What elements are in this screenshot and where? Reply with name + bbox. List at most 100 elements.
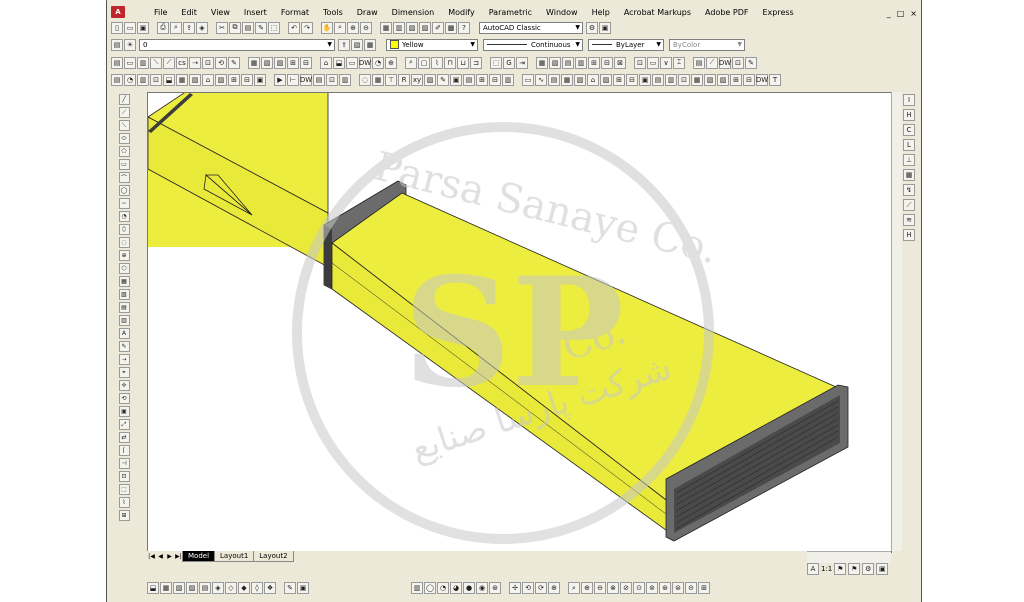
tool-s-icon[interactable]: ⊓ bbox=[444, 56, 456, 69]
tool-2s-icon[interactable]: ▦ bbox=[372, 73, 384, 86]
dim-update-icon[interactable]: H bbox=[903, 229, 915, 241]
rectangle-icon[interactable]: ▭ bbox=[118, 159, 130, 170]
tool-ab-icon[interactable]: ⊞ bbox=[588, 56, 600, 69]
hatch-icon[interactable]: ▦ bbox=[118, 276, 130, 287]
tool-2ar-icon[interactable]: ⊞ bbox=[730, 73, 742, 86]
tool-p-icon[interactable]: ⌕ bbox=[405, 56, 417, 69]
tool-2w-icon[interactable]: ▣ bbox=[450, 73, 462, 86]
tool-a-icon[interactable]: ▤ bbox=[111, 56, 123, 69]
zoom-c-icon[interactable]: ⊖ bbox=[594, 582, 606, 594]
menu-insert[interactable]: Insert bbox=[237, 8, 274, 17]
table-icon[interactable]: ▥ bbox=[118, 315, 130, 326]
tool-y-icon[interactable]: ▧ bbox=[549, 56, 561, 69]
tool-e-icon[interactable]: ⟲ bbox=[215, 56, 227, 69]
tool-ak-icon[interactable]: ⊡ bbox=[732, 56, 744, 69]
tool-al-icon[interactable]: ✎ bbox=[745, 56, 757, 69]
tool-l-icon[interactable]: ⌂ bbox=[320, 56, 332, 69]
restore-icon[interactable]: □ bbox=[897, 9, 905, 18]
tool-aj-icon[interactable]: ⟋ bbox=[706, 56, 718, 69]
view-e-icon[interactable]: ▤ bbox=[199, 582, 211, 594]
tool-2p-icon[interactable]: ⊡ bbox=[326, 73, 338, 86]
tool-2ag-icon[interactable]: ⌂ bbox=[587, 73, 599, 86]
polyline-icon[interactable]: ⟍ bbox=[118, 120, 130, 131]
markup-icon[interactable]: ✐ bbox=[432, 21, 444, 34]
scale-icon[interactable]: ▣ bbox=[118, 406, 130, 417]
menu-format[interactable]: Format bbox=[274, 8, 316, 17]
new-icon[interactable]: ▯ bbox=[111, 21, 123, 34]
menu-dimension[interactable]: Dimension bbox=[385, 8, 442, 17]
fillet-icon[interactable]: ⌇ bbox=[118, 497, 130, 508]
tool-ae-icon[interactable]: ⊡ bbox=[634, 56, 646, 69]
spline-icon[interactable]: ~ bbox=[118, 198, 130, 209]
t-icon[interactable]: T bbox=[769, 73, 781, 86]
annotation-scale-icon[interactable]: A bbox=[807, 563, 819, 575]
annotation-visibility-icon[interactable]: ⚑ bbox=[834, 563, 847, 575]
tool-2u-icon[interactable]: ▨ bbox=[424, 73, 436, 86]
leader-icon[interactable]: ⟋ bbox=[903, 199, 915, 211]
model-space-canvas[interactable]: Parsa Sanaye Co. SP Co. شرکت پارسا صنایع bbox=[147, 92, 892, 553]
redo-icon[interactable]: ↷ bbox=[301, 21, 313, 34]
rotate-icon[interactable]: ⟲ bbox=[118, 393, 130, 404]
tool-2h-icon[interactable]: ⌂ bbox=[202, 73, 214, 86]
tool-2k-icon[interactable]: ⊟ bbox=[241, 73, 253, 86]
undo-icon[interactable]: ↶ bbox=[288, 21, 300, 34]
view-f-icon[interactable]: ◈ bbox=[212, 582, 224, 594]
linetype-select[interactable]: Continuous ▼ bbox=[483, 38, 583, 51]
tool-z-icon[interactable]: ▤ bbox=[562, 56, 574, 69]
tool-2v-icon[interactable]: ✎ bbox=[437, 73, 449, 86]
tab-layout2[interactable]: Layout2 bbox=[253, 551, 294, 562]
tool-2ae-icon[interactable]: ▦ bbox=[561, 73, 573, 86]
break-icon[interactable]: ⊣ bbox=[118, 458, 130, 469]
tool-ah-icon[interactable]: ⌶ bbox=[673, 56, 685, 69]
paste-icon[interactable]: ▤ bbox=[242, 21, 254, 34]
make-object-layer-current-icon[interactable]: ⇪ bbox=[338, 38, 350, 51]
zoom-previous-icon[interactable]: ⊖ bbox=[360, 21, 372, 34]
zoom-k-icon[interactable]: ⊞ bbox=[698, 582, 710, 594]
view-h-icon[interactable]: ◆ bbox=[238, 582, 250, 594]
tool-n-icon[interactable]: ◔ bbox=[372, 56, 384, 69]
tool-2q-icon[interactable]: ▥ bbox=[339, 73, 351, 86]
zoom-d-icon[interactable]: ⊗ bbox=[607, 582, 619, 594]
tool-x-icon[interactable]: ▦ bbox=[536, 56, 548, 69]
tool-ag-icon[interactable]: ∨ bbox=[660, 56, 672, 69]
zoom-e-icon[interactable]: ⊘ bbox=[620, 582, 632, 594]
auto-scale-icon[interactable]: ⚑ bbox=[848, 563, 861, 575]
aligned-dim-icon[interactable]: H bbox=[903, 109, 915, 121]
copy-icon[interactable]: ⧉ bbox=[229, 21, 241, 34]
close-icon[interactable]: × bbox=[910, 9, 917, 18]
publish-icon[interactable]: ⇪ bbox=[183, 21, 195, 34]
tool-2ao-icon[interactable]: ▦ bbox=[691, 73, 703, 86]
tool-2i-icon[interactable]: ▨ bbox=[215, 73, 227, 86]
workspace-select[interactable]: AutoCAD Classic ▼ bbox=[479, 21, 583, 34]
xy-icon[interactable]: xy bbox=[411, 73, 423, 86]
visual-a-icon[interactable]: ▥ bbox=[411, 582, 423, 594]
view-d-icon[interactable]: ▨ bbox=[186, 582, 198, 594]
menu-help[interactable]: Help bbox=[585, 8, 617, 17]
tool-2ac-icon[interactable]: ∿ bbox=[535, 73, 547, 86]
visual-f-icon[interactable]: ◉ bbox=[476, 582, 488, 594]
tool-2y-icon[interactable]: ⊞ bbox=[476, 73, 488, 86]
tool-2z-icon[interactable]: ⊟ bbox=[489, 73, 501, 86]
open-icon[interactable]: ▭ bbox=[124, 21, 136, 34]
tool-ai-icon[interactable]: ▤ bbox=[693, 56, 705, 69]
tool-2f-icon[interactable]: ▦ bbox=[176, 73, 188, 86]
plot-preview-icon[interactable]: ⌕ bbox=[170, 21, 182, 34]
layer-previous-icon[interactable]: ▧ bbox=[351, 38, 363, 51]
rectangle-duct-icon[interactable]: ▭ bbox=[124, 56, 136, 69]
erase-icon[interactable]: ✎ bbox=[118, 341, 130, 352]
toolbar-lock-icon[interactable]: ▣ bbox=[876, 563, 889, 575]
insert-block-icon[interactable]: ⊕ bbox=[118, 250, 130, 261]
tool-t-icon[interactable]: ⊔ bbox=[457, 56, 469, 69]
tool-h-icon[interactable]: ▧ bbox=[261, 56, 273, 69]
tool-k-icon[interactable]: ⊟ bbox=[300, 56, 312, 69]
tool-2n-icon[interactable]: ⊢ bbox=[287, 73, 299, 86]
first-tab-icon[interactable]: |◀ bbox=[147, 553, 156, 560]
visual-e-icon[interactable]: ● bbox=[463, 582, 475, 594]
zoom-i-icon[interactable]: ⊜ bbox=[672, 582, 684, 594]
tool-2af-icon[interactable]: ▧ bbox=[574, 73, 586, 86]
minimize-icon[interactable]: _ bbox=[887, 9, 891, 18]
tool-v-icon[interactable]: ⬚ bbox=[490, 56, 502, 69]
zoom-g-icon[interactable]: ⊚ bbox=[646, 582, 658, 594]
monitor-icon[interactable]: ▭ bbox=[346, 56, 358, 69]
menu-acrobat-markups[interactable]: Acrobat Markups bbox=[617, 8, 698, 17]
